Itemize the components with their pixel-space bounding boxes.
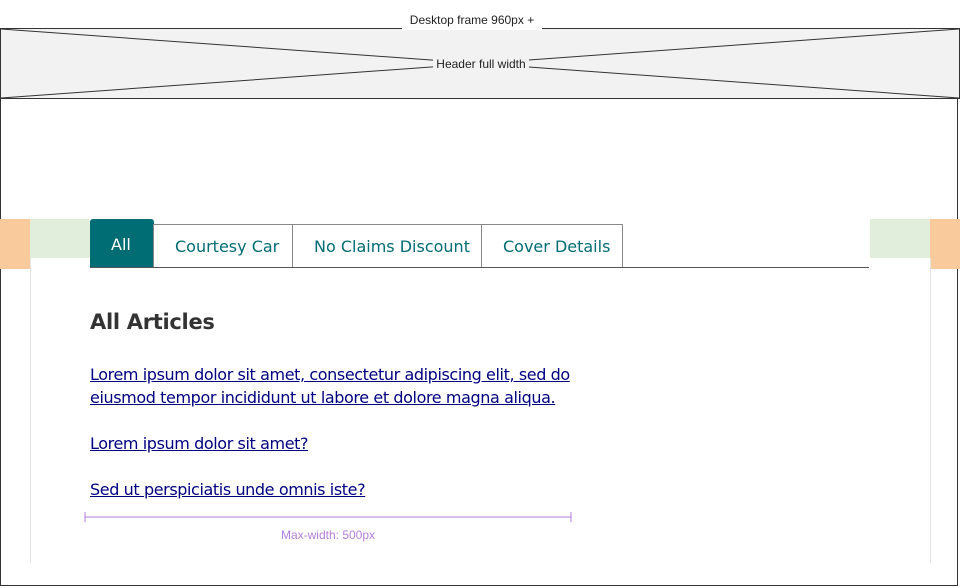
- article-link[interactable]: Lorem ipsum dolor sit amet?: [90, 432, 580, 455]
- tab-no-claims-discount[interactable]: No Claims Discount: [292, 224, 482, 268]
- article-link[interactable]: Lorem ipsum dolor sit amet, consectetur …: [90, 363, 580, 409]
- tab-all[interactable]: All: [90, 219, 154, 268]
- margin-right-outer: [930, 219, 960, 269]
- page-title: All Articles: [90, 310, 215, 334]
- tab-courtesy-car[interactable]: Courtesy Car: [153, 224, 293, 268]
- header-label: Header full width: [433, 56, 529, 72]
- tab-cover-details[interactable]: Cover Details: [481, 224, 623, 268]
- tab-bar: All Courtesy Car No Claims Discount Cove…: [90, 218, 623, 268]
- margin-left-outer: [0, 219, 30, 269]
- margin-right-inner: [870, 219, 930, 258]
- margin-left-inner: [30, 219, 90, 258]
- article-link[interactable]: Sed ut perspiciatis unde omnis iste?: [90, 478, 580, 501]
- frame-label: Desktop frame 960px +: [402, 10, 542, 30]
- tab-bar-underline: [90, 267, 869, 268]
- max-width-label: Max-width: 500px: [280, 528, 376, 542]
- header-placeholder: Header full width: [0, 28, 960, 99]
- max-width-measure: [84, 512, 572, 522]
